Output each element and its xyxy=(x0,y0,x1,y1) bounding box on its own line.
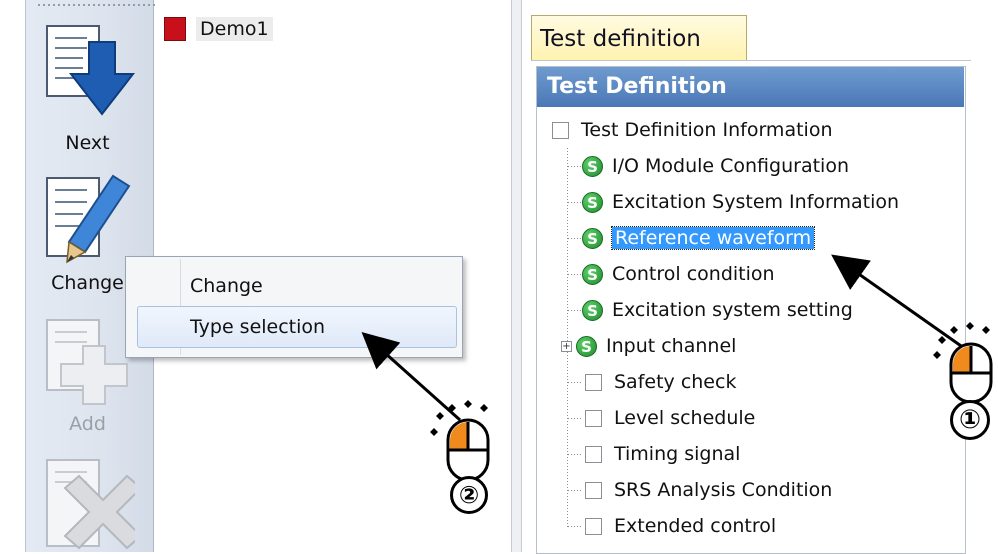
s-badge-icon: S xyxy=(582,263,603,285)
tree-node-label: Control condition xyxy=(612,263,775,285)
mouse-left-click-icon xyxy=(430,400,490,482)
tree-node-label: Excitation system setting xyxy=(612,299,853,321)
tree-connector xyxy=(568,418,582,419)
tree-node-extended-control[interactable]: Extended control xyxy=(585,508,776,544)
tree-node-label: Input channel xyxy=(606,335,737,357)
tree-connector xyxy=(568,382,582,383)
s-badge-icon: S xyxy=(582,191,603,213)
tab-test-definition[interactable]: Test definition xyxy=(531,15,747,61)
s-badge-icon: S xyxy=(582,155,603,177)
tree-node-label: Level schedule xyxy=(614,407,756,429)
step-number-1: ① xyxy=(950,400,990,440)
tree-node-label: Demo1 xyxy=(196,17,273,41)
tree-connector xyxy=(568,490,582,491)
tree-node-level-schedule[interactable]: Level schedule xyxy=(585,400,755,436)
tree-node-label: Test Definition Information xyxy=(581,119,833,141)
tree-node-label: Extended control xyxy=(614,515,777,537)
change-pencil-icon xyxy=(46,174,131,264)
next-arrow-icon xyxy=(46,25,135,116)
menu-item-type-selection[interactable]: Type selection xyxy=(190,308,325,346)
tree-node-excitation-info[interactable]: S Excitation System Information xyxy=(582,184,899,220)
s-badge-icon: S xyxy=(582,299,603,321)
checkbox-icon xyxy=(585,373,602,391)
checkbox-icon xyxy=(585,409,602,427)
add-label: Add xyxy=(69,413,106,435)
checkbox-icon xyxy=(585,517,602,535)
tree-connector xyxy=(568,202,582,203)
tree-node-control-condition[interactable]: S Control condition xyxy=(582,256,775,292)
tree-connector xyxy=(568,310,582,311)
tree-node-safety-check[interactable]: Safety check xyxy=(585,364,736,400)
tree-connector xyxy=(568,526,582,527)
pane-splitter[interactable] xyxy=(511,0,522,552)
tree-node-label: Timing signal xyxy=(614,443,741,465)
tree-node-label: Safety check xyxy=(614,371,737,393)
checkbox-icon xyxy=(552,121,569,139)
step-number-2: ② xyxy=(450,476,488,514)
project-flag-icon xyxy=(164,17,186,41)
tree-node-io-module[interactable]: S I/O Module Configuration xyxy=(582,148,849,184)
left-edge xyxy=(0,0,24,552)
tree-node-root[interactable]: Test Definition Information xyxy=(552,112,832,148)
delete-x-icon[interactable] xyxy=(43,456,135,552)
panel-title: Test Definition xyxy=(537,67,964,107)
tree-node-timing-signal[interactable]: Timing signal xyxy=(585,436,740,472)
s-badge-icon: S xyxy=(582,227,603,249)
tree-connector xyxy=(568,454,582,455)
s-badge-icon: S xyxy=(576,335,597,357)
checkbox-icon xyxy=(585,481,602,499)
checkbox-icon xyxy=(585,445,602,463)
menu-item-change[interactable]: Change xyxy=(190,267,263,305)
expand-plus-icon[interactable]: + xyxy=(561,340,572,352)
tree-connector xyxy=(568,274,582,275)
tree-node-label-selected: Reference waveform xyxy=(610,226,816,250)
tree-node-label: Excitation System Information xyxy=(612,191,900,213)
tree-connector xyxy=(568,166,582,167)
toolbar-grip[interactable] xyxy=(38,4,158,6)
tree-node-label: SRS Analysis Condition xyxy=(614,479,833,501)
tree-node-excitation-setting[interactable]: S Excitation system setting xyxy=(582,292,853,328)
tree-node-reference-waveform[interactable]: S Reference waveform xyxy=(582,220,816,256)
tree-connector xyxy=(568,238,582,239)
add-plus-icon xyxy=(46,319,128,405)
tree-node-demo1[interactable]: Demo1 xyxy=(164,14,273,44)
tree-node-srs-analysis[interactable]: SRS Analysis Condition xyxy=(585,472,832,508)
context-menu: Change Type selection xyxy=(125,256,463,358)
tree-node-label: I/O Module Configuration xyxy=(612,155,849,177)
next-label: Next xyxy=(65,132,110,154)
tab-baseline xyxy=(531,60,971,61)
tree-node-input-channel[interactable]: + S Input channel xyxy=(561,328,736,364)
